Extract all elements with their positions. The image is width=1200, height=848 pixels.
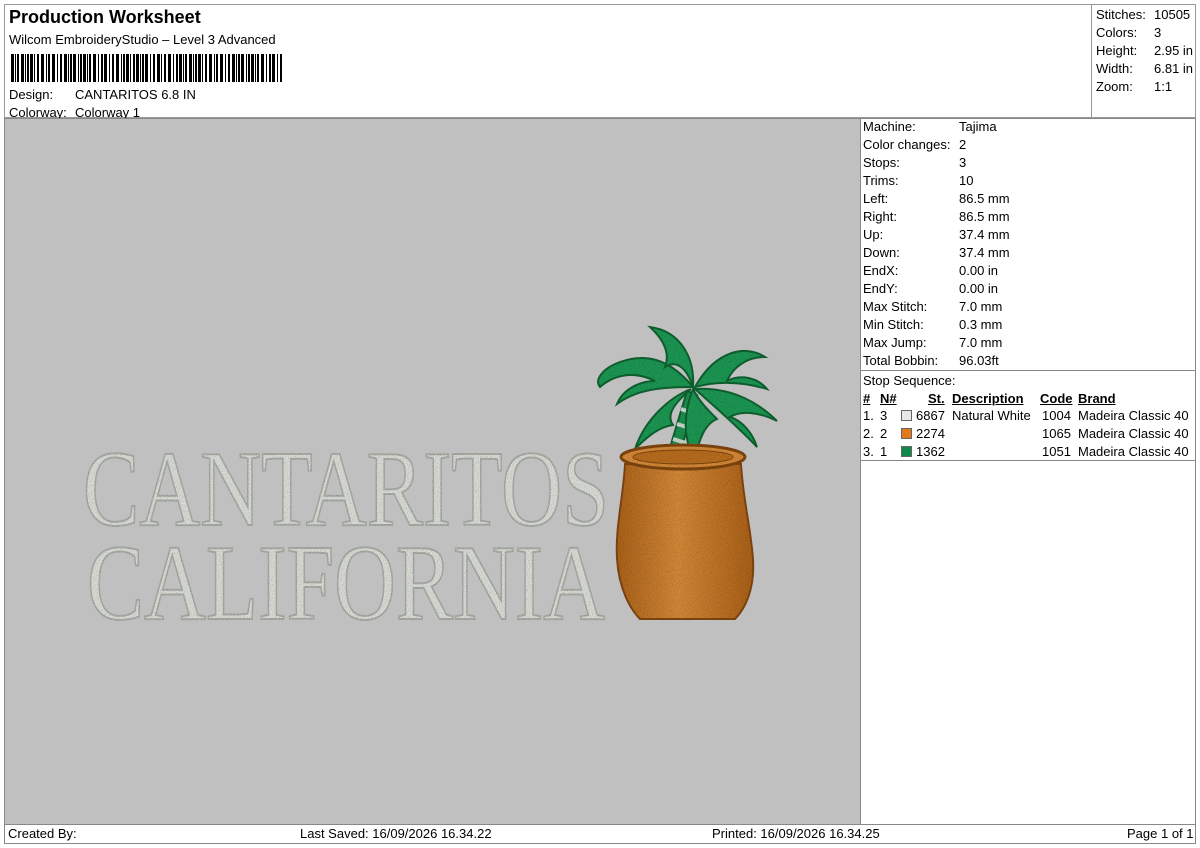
thread-code: 1065 (1042, 426, 1071, 441)
needle-number: 1 (880, 444, 888, 459)
software-subtitle: Wilcom EmbroideryStudio – Level 3 Advanc… (9, 32, 276, 47)
stop-sequence-title: Stop Sequence: (863, 373, 956, 388)
machine-info-panel: Machine: Tajima Color changes: 2 Stops: 3 T… (861, 118, 1196, 825)
divider (861, 370, 1196, 371)
page-title: Production Worksheet (9, 7, 201, 27)
page-number: Page 1 of 1 (1127, 826, 1194, 841)
info-value: 10 (959, 173, 974, 188)
info-label: Stops: (863, 155, 900, 170)
color-swatch (901, 446, 912, 457)
summary-value: 1:1 (1154, 79, 1173, 94)
info-label: EndX: (863, 263, 899, 278)
summary-label: Zoom: (1096, 79, 1133, 94)
info-value: 0.3 mm (959, 317, 1003, 332)
design-line-2: CALIFORNIA (87, 524, 605, 643)
printed-date: Printed: 16/09/2026 16.34.25 (712, 826, 880, 841)
info-value: 0.00 in (959, 281, 999, 296)
info-label: Max Jump: (863, 335, 927, 350)
summary-label: Stitches: (1096, 7, 1146, 22)
info-value: 37.4 mm (959, 245, 1010, 260)
thread-code: 1051 (1042, 444, 1071, 459)
col-header-brand: Brand (1078, 391, 1116, 406)
info-value: Tajima (959, 119, 997, 134)
created-by: Created By: (8, 826, 77, 841)
info-label: Max Stitch: (863, 299, 928, 314)
stitch-count: 1362 (916, 444, 945, 459)
thread-brand: Madeira Classic 40 (1078, 426, 1189, 441)
col-header-description: Description (952, 391, 1024, 406)
table-row: 2. 2 2274 1065 Madeira Classic 40 (861, 425, 1196, 443)
summary-label: Height: (1096, 43, 1138, 58)
stop-index: 2. (863, 426, 874, 441)
stitch-count: 2274 (916, 426, 945, 441)
color-swatch (901, 428, 912, 439)
col-header-code: Code (1040, 391, 1073, 406)
table-row: 1. 3 6867 Natural White 1004 Madeira Cla… (861, 407, 1196, 425)
info-label: Color changes: (863, 137, 951, 152)
info-value: 86.5 mm (959, 209, 1010, 224)
info-label: Total Bobbin: (863, 353, 939, 368)
summary-label: Width: (1096, 61, 1133, 76)
info-label: Up: (863, 227, 884, 242)
thread-code: 1004 (1042, 408, 1071, 423)
thread-brand: Madeira Classic 40 (1078, 408, 1189, 423)
info-label: Min Stitch: (863, 317, 924, 332)
summary-label: Colors: (1096, 25, 1138, 40)
info-value: 37.4 mm (959, 227, 1010, 242)
stop-index: 1. (863, 408, 874, 423)
info-value: 96.03ft (959, 353, 999, 368)
thread-brand: Madeira Classic 40 (1078, 444, 1189, 459)
embroidered-lettering: CANTARITOS CALIFORNIA (82, 429, 610, 644)
worksheet-footer: Created By: Last Saved: 16/09/2026 16.34… (4, 825, 1196, 844)
worksheet-header: Production Worksheet Wilcom EmbroiderySt… (4, 4, 1092, 120)
info-value: 3 (959, 155, 967, 170)
col-header-st: St. (928, 391, 945, 406)
col-header-n: N# (880, 391, 897, 406)
table-row: 3. 1 1362 1051 Madeira Classic 40 (861, 443, 1196, 461)
info-label: Down: (863, 245, 900, 260)
info-label: Left: (863, 191, 889, 206)
info-label: Right: (863, 209, 897, 224)
needle-number: 3 (880, 408, 888, 423)
design-summary: Stitches: 10505 Colors: 3 Height: 2.95 i… (1091, 4, 1196, 118)
design-name: CANTARITOS 6.8 IN (75, 87, 196, 102)
thread-description: Natural White (952, 408, 1031, 423)
summary-value: 2.95 in (1154, 43, 1194, 58)
embroidery-artwork: CANTARITOS CALIFORNIA (82, 325, 778, 644)
info-value: 7.0 mm (959, 299, 1003, 314)
info-value: 86.5 mm (959, 191, 1010, 206)
info-value: 2 (959, 137, 967, 152)
last-saved: Last Saved: 16/09/2026 16.34.22 (300, 826, 492, 841)
info-label: EndY: (863, 281, 898, 296)
summary-value: 10505 (1154, 7, 1191, 22)
barcode-image (11, 54, 282, 82)
design-preview: CANTARITOS CALIFORNIA (4, 118, 861, 825)
color-swatch (901, 410, 912, 421)
needle-number: 2 (880, 426, 888, 441)
info-label: Trims: (863, 173, 899, 188)
info-value: 7.0 mm (959, 335, 1003, 350)
summary-value: 6.81 in (1154, 61, 1194, 76)
stitch-count: 6867 (916, 408, 945, 423)
stop-index: 3. (863, 444, 874, 459)
clay-pot-icon (615, 443, 755, 620)
info-value: 0.00 in (959, 263, 999, 278)
info-label: Machine: (863, 119, 916, 134)
divider (861, 460, 1196, 461)
design-label: Design: (9, 87, 54, 102)
summary-value: 3 (1154, 25, 1162, 40)
col-header-hash: # (863, 391, 871, 406)
